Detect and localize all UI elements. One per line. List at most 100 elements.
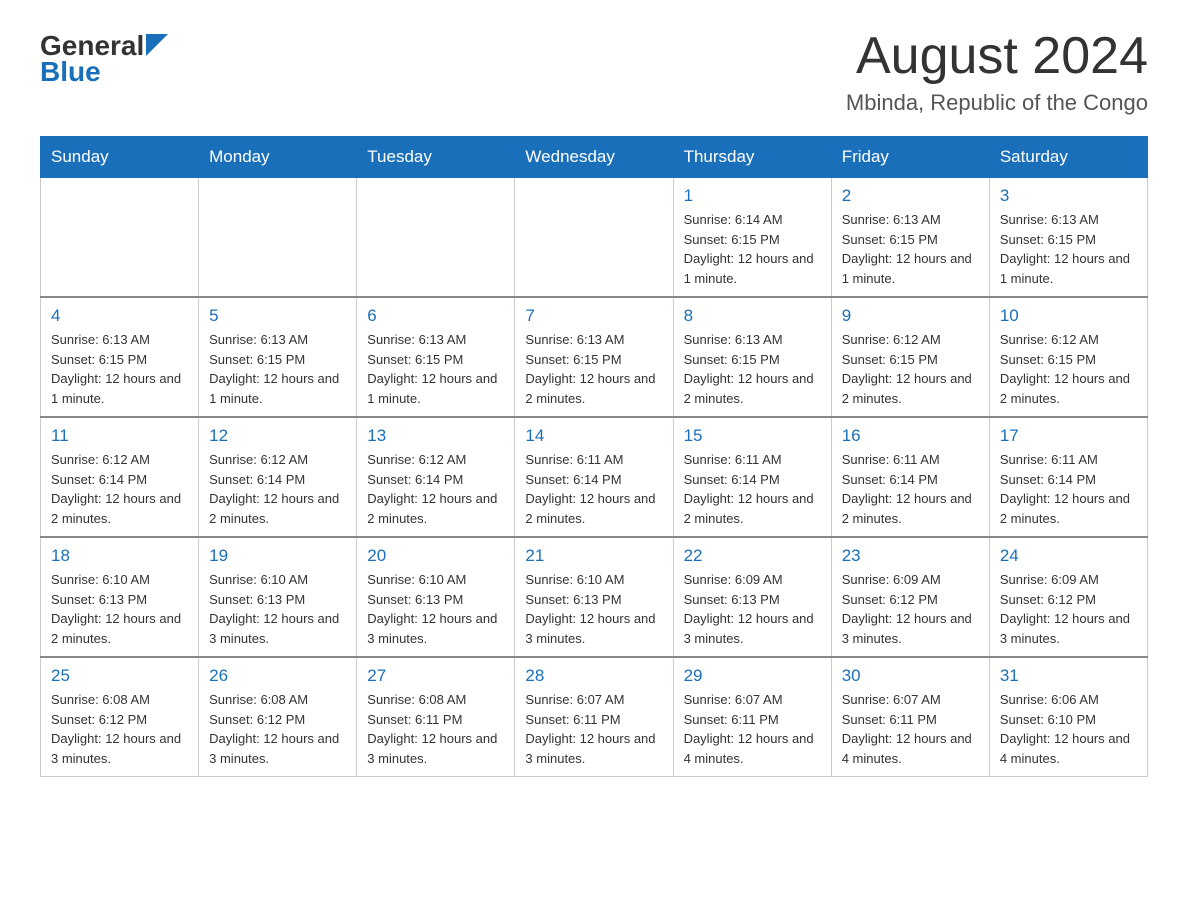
- day-info: Sunrise: 6:11 AMSunset: 6:14 PMDaylight:…: [684, 450, 821, 528]
- day-number: 19: [209, 546, 346, 566]
- table-row: [357, 178, 515, 298]
- day-info: Sunrise: 6:08 AMSunset: 6:12 PMDaylight:…: [51, 690, 188, 768]
- col-thursday: Thursday: [673, 137, 831, 178]
- day-number: 9: [842, 306, 979, 326]
- day-number: 8: [684, 306, 821, 326]
- table-row: 13 Sunrise: 6:12 AMSunset: 6:14 PMDayligh…: [357, 417, 515, 537]
- table-row: 9 Sunrise: 6:12 AMSunset: 6:15 PMDaylight…: [831, 297, 989, 417]
- table-row: 8Sunrise: 6:13 AMSunset: 6:15 PMDaylight…: [673, 297, 831, 417]
- week-row-3: 11 Sunrise: 6:12 AMSunset: 6:14 PMDayligh…: [41, 417, 1148, 537]
- table-row: 18Sunrise: 6:10 AMSunset: 6:13 PMDayligh…: [41, 537, 199, 657]
- day-number: 25: [51, 666, 188, 686]
- day-info: Sunrise: 6:12 AMSunset: 6:15 PMDaylight:…: [842, 330, 979, 408]
- week-row-4: 18Sunrise: 6:10 AMSunset: 6:13 PMDayligh…: [41, 537, 1148, 657]
- day-number: 21: [525, 546, 662, 566]
- day-number: 23: [842, 546, 979, 566]
- day-number: 27: [367, 666, 504, 686]
- header-row: Sunday Monday Tuesday Wednesday Thursday…: [41, 137, 1148, 178]
- table-row: 5 Sunrise: 6:13 AMSunset: 6:15 PMDaylight…: [199, 297, 357, 417]
- table-row: 2 Sunrise: 6:13 AMSunset: 6:15 PMDaylight…: [831, 178, 989, 298]
- day-number: 16: [842, 426, 979, 446]
- day-number: 2: [842, 186, 979, 206]
- day-number: 13: [367, 426, 504, 446]
- col-friday: Friday: [831, 137, 989, 178]
- day-number: 17: [1000, 426, 1137, 446]
- day-info: Sunrise: 6:13 AMSunset: 6:15 PMDaylight:…: [842, 210, 979, 288]
- day-info: Sunrise: 6:10 AMSunset: 6:13 PMDaylight:…: [209, 570, 346, 648]
- table-row: 16Sunrise: 6:11 AMSunset: 6:14 PMDayligh…: [831, 417, 989, 537]
- day-info: Sunrise: 6:12 AMSunset: 6:15 PMDaylight:…: [1000, 330, 1137, 408]
- day-number: 31: [1000, 666, 1137, 686]
- day-info: Sunrise: 6:11 AMSunset: 6:14 PMDaylight:…: [525, 450, 662, 528]
- table-row: 1 Sunrise: 6:14 AMSunset: 6:15 PMDaylight…: [673, 178, 831, 298]
- day-info: Sunrise: 6:09 AMSunset: 6:12 PMDaylight:…: [1000, 570, 1137, 648]
- table-row: 20Sunrise: 6:10 AMSunset: 6:13 PMDayligh…: [357, 537, 515, 657]
- day-info: Sunrise: 6:09 AMSunset: 6:12 PMDaylight:…: [842, 570, 979, 648]
- day-number: 6: [367, 306, 504, 326]
- day-info: Sunrise: 6:13 AMSunset: 6:15 PMDaylight:…: [1000, 210, 1137, 288]
- week-row-2: 4Sunrise: 6:13 AMSunset: 6:15 PMDaylight…: [41, 297, 1148, 417]
- table-row: [41, 178, 199, 298]
- table-row: 19 Sunrise: 6:10 AMSunset: 6:13 PMDayligh…: [199, 537, 357, 657]
- logo-triangle-icon: [146, 34, 168, 56]
- table-row: 27 Sunrise: 6:08 AMSunset: 6:11 PMDayligh…: [357, 657, 515, 777]
- table-row: 15 Sunrise: 6:11 AMSunset: 6:14 PMDayligh…: [673, 417, 831, 537]
- day-info: Sunrise: 6:12 AMSunset: 6:14 PMDaylight:…: [209, 450, 346, 528]
- day-number: 14: [525, 426, 662, 446]
- table-row: 26 Sunrise: 6:08 AMSunset: 6:12 PMDayligh…: [199, 657, 357, 777]
- table-row: 29 Sunrise: 6:07 AMSunset: 6:11 PMDayligh…: [673, 657, 831, 777]
- table-row: 14 Sunrise: 6:11 AMSunset: 6:14 PMDayligh…: [515, 417, 673, 537]
- calendar-table: Sunday Monday Tuesday Wednesday Thursday…: [40, 136, 1148, 777]
- day-info: Sunrise: 6:07 AMSunset: 6:11 PMDaylight:…: [684, 690, 821, 768]
- day-info: Sunrise: 6:12 AMSunset: 6:14 PMDaylight:…: [367, 450, 504, 528]
- day-info: Sunrise: 6:10 AMSunset: 6:13 PMDaylight:…: [51, 570, 188, 648]
- table-row: 7Sunrise: 6:13 AMSunset: 6:15 PMDaylight…: [515, 297, 673, 417]
- table-row: 3 Sunrise: 6:13 AMSunset: 6:15 PMDaylight…: [989, 178, 1147, 298]
- day-info: Sunrise: 6:13 AMSunset: 6:15 PMDaylight:…: [51, 330, 188, 408]
- day-info: Sunrise: 6:09 AMSunset: 6:13 PMDaylight:…: [684, 570, 821, 648]
- day-number: 29: [684, 666, 821, 686]
- day-number: 1: [684, 186, 821, 206]
- table-row: 6 Sunrise: 6:13 AMSunset: 6:15 PMDaylight…: [357, 297, 515, 417]
- col-wednesday: Wednesday: [515, 137, 673, 178]
- day-info: Sunrise: 6:07 AMSunset: 6:11 PMDaylight:…: [842, 690, 979, 768]
- day-number: 11: [51, 426, 188, 446]
- page-header: General Blue August 2024 Mbinda, Republi…: [40, 30, 1148, 116]
- day-number: 10: [1000, 306, 1137, 326]
- table-row: [199, 178, 357, 298]
- table-row: 10 Sunrise: 6:12 AMSunset: 6:15 PMDayligh…: [989, 297, 1147, 417]
- table-row: 31 Sunrise: 6:06 AMSunset: 6:10 PMDayligh…: [989, 657, 1147, 777]
- title-section: August 2024 Mbinda, Republic of the Cong…: [846, 30, 1148, 116]
- col-saturday: Saturday: [989, 137, 1147, 178]
- day-info: Sunrise: 6:07 AMSunset: 6:11 PMDaylight:…: [525, 690, 662, 768]
- col-tuesday: Tuesday: [357, 137, 515, 178]
- day-number: 12: [209, 426, 346, 446]
- table-row: 12 Sunrise: 6:12 AMSunset: 6:14 PMDayligh…: [199, 417, 357, 537]
- logo: General Blue: [40, 30, 168, 88]
- day-number: 15: [684, 426, 821, 446]
- day-number: 20: [367, 546, 504, 566]
- table-row: 25 Sunrise: 6:08 AMSunset: 6:12 PMDayligh…: [41, 657, 199, 777]
- day-number: 3: [1000, 186, 1137, 206]
- day-number: 24: [1000, 546, 1137, 566]
- day-number: 22: [684, 546, 821, 566]
- day-number: 28: [525, 666, 662, 686]
- col-sunday: Sunday: [41, 137, 199, 178]
- day-info: Sunrise: 6:11 AMSunset: 6:14 PMDaylight:…: [1000, 450, 1137, 528]
- table-row: 11 Sunrise: 6:12 AMSunset: 6:14 PMDayligh…: [41, 417, 199, 537]
- day-info: Sunrise: 6:08 AMSunset: 6:11 PMDaylight:…: [367, 690, 504, 768]
- day-info: Sunrise: 6:13 AMSunset: 6:15 PMDaylight:…: [367, 330, 504, 408]
- day-number: 7: [525, 306, 662, 326]
- logo-blue: Blue: [40, 56, 168, 88]
- day-info: Sunrise: 6:14 AMSunset: 6:15 PMDaylight:…: [684, 210, 821, 288]
- day-info: Sunrise: 6:13 AMSunset: 6:15 PMDaylight:…: [209, 330, 346, 408]
- day-info: Sunrise: 6:12 AMSunset: 6:14 PMDaylight:…: [51, 450, 188, 528]
- day-info: Sunrise: 6:08 AMSunset: 6:12 PMDaylight:…: [209, 690, 346, 768]
- month-title: August 2024: [846, 30, 1148, 82]
- table-row: 17 Sunrise: 6:11 AMSunset: 6:14 PMDayligh…: [989, 417, 1147, 537]
- col-monday: Monday: [199, 137, 357, 178]
- table-row: 23 Sunrise: 6:09 AMSunset: 6:12 PMDayligh…: [831, 537, 989, 657]
- day-info: Sunrise: 6:06 AMSunset: 6:10 PMDaylight:…: [1000, 690, 1137, 768]
- day-number: 5: [209, 306, 346, 326]
- day-number: 26: [209, 666, 346, 686]
